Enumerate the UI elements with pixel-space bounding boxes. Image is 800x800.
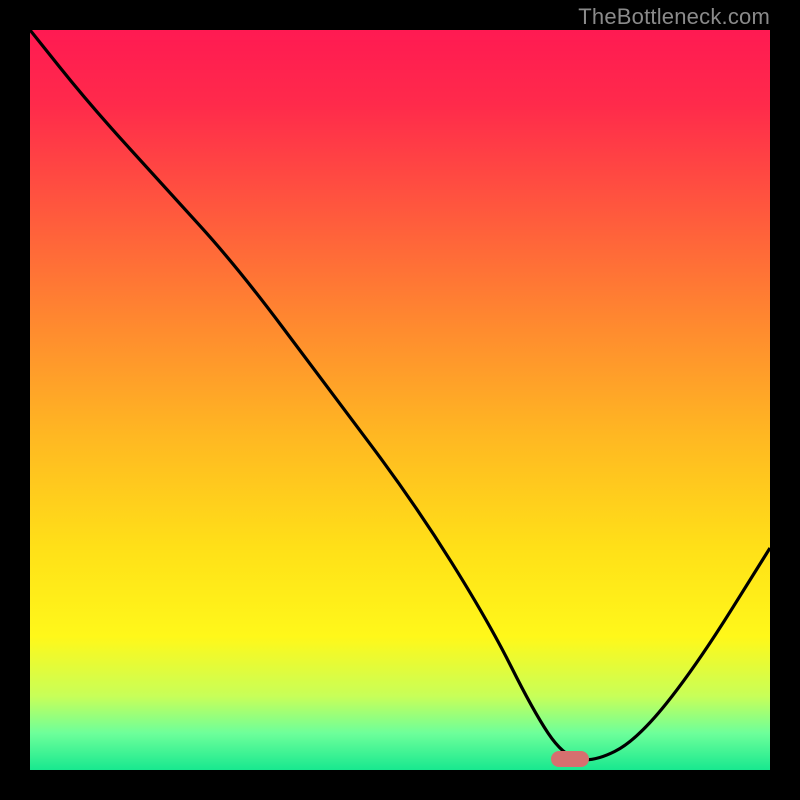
bottleneck-curve: [30, 30, 770, 770]
watermark-text: TheBottleneck.com: [578, 4, 770, 30]
optimal-marker: [551, 751, 589, 767]
plot-area: [30, 30, 770, 770]
chart-frame: TheBottleneck.com: [0, 0, 800, 800]
